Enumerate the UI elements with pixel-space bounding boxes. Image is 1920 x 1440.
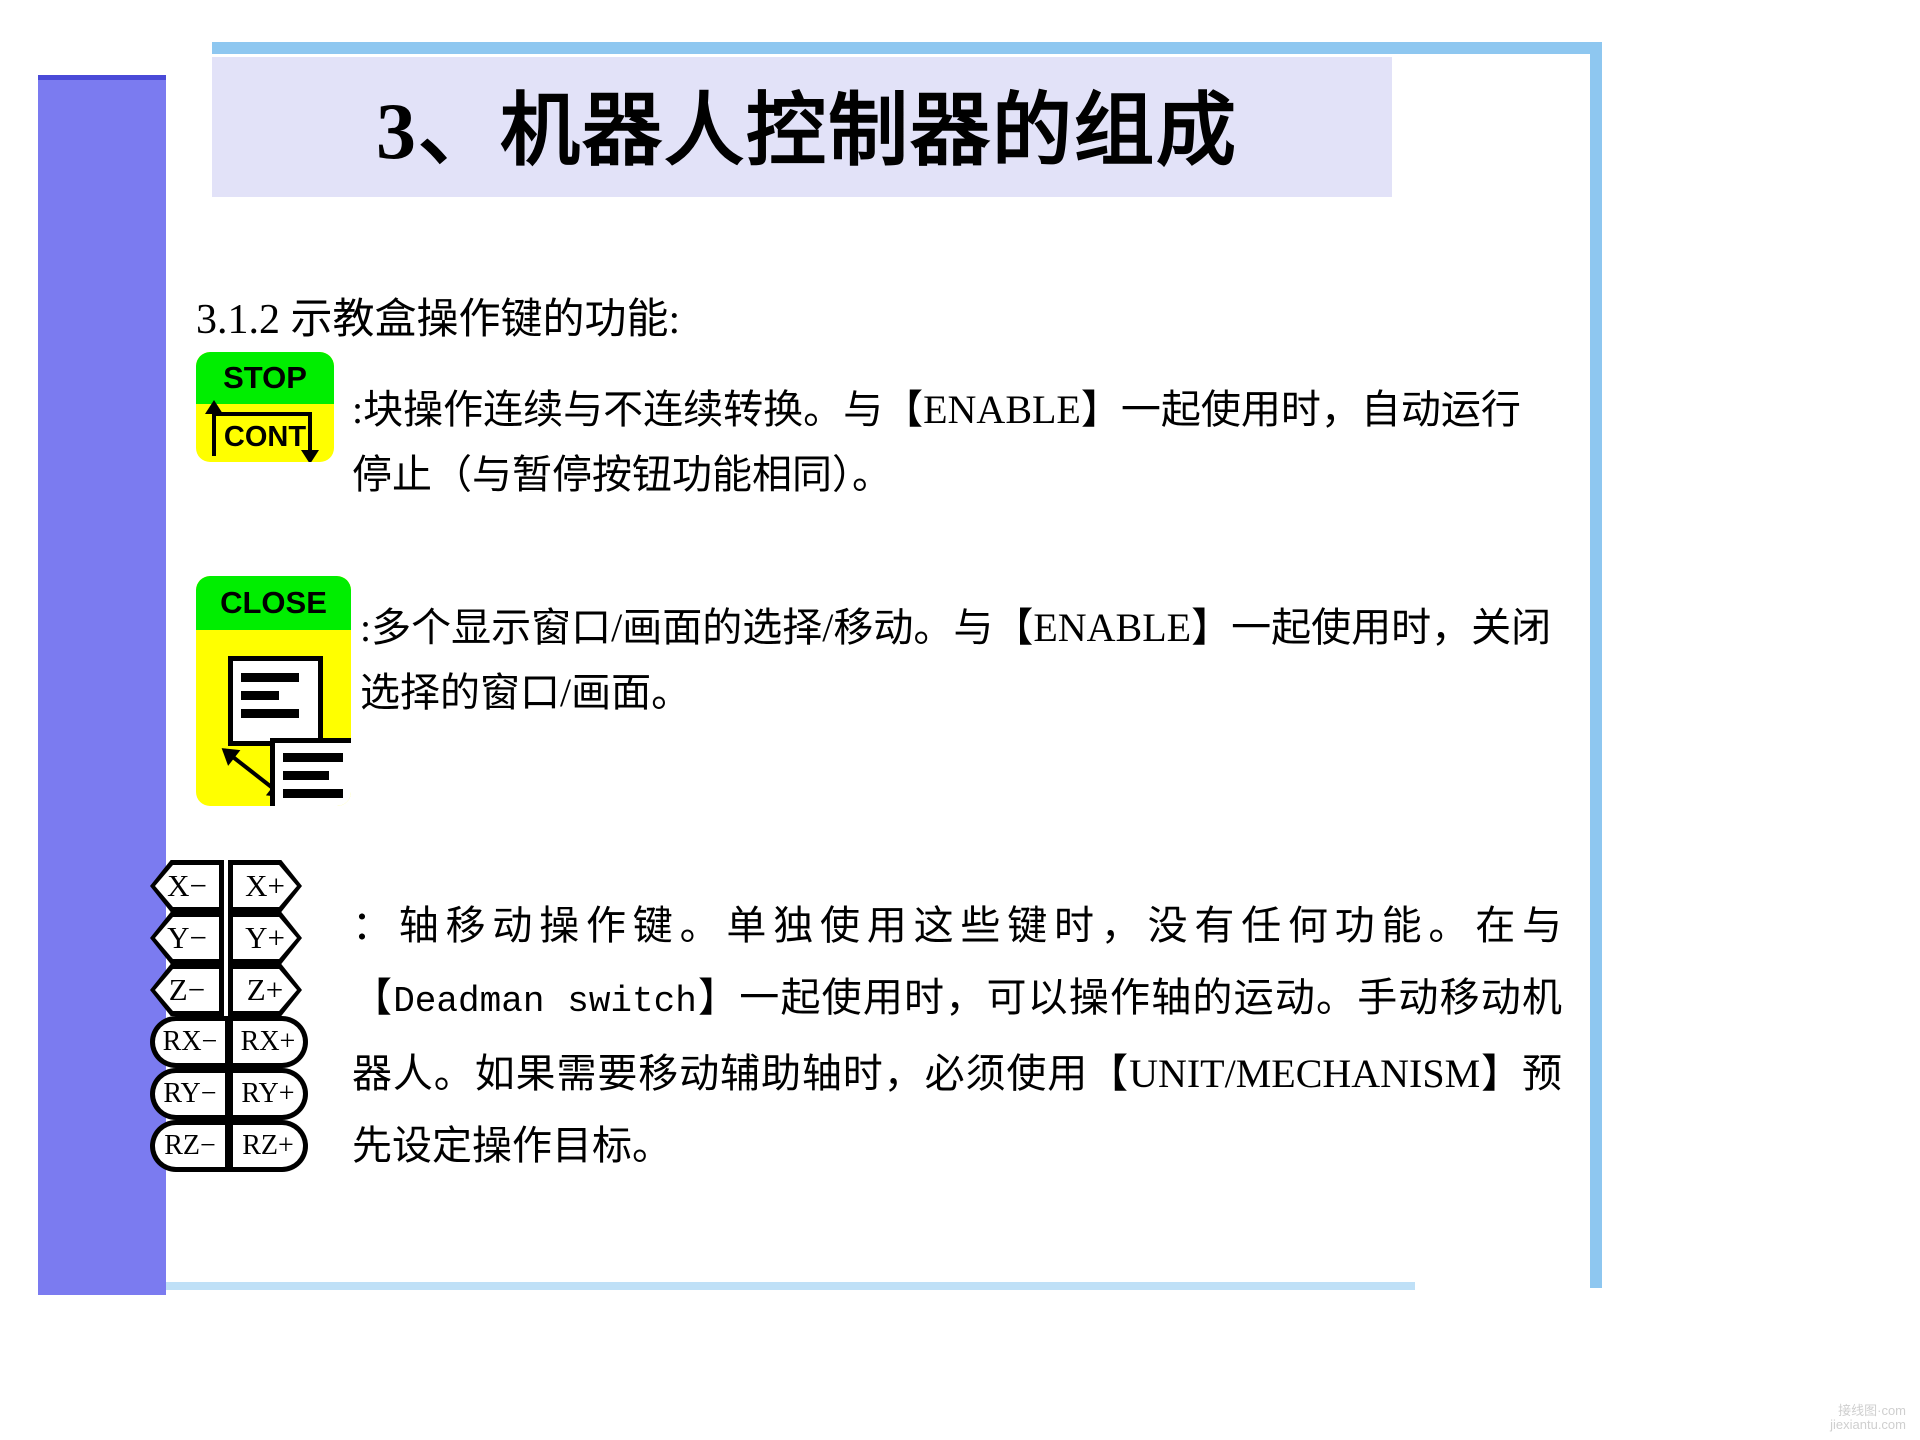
key-rz-minus[interactable]: RZ− (150, 1120, 230, 1172)
key-x-plus[interactable]: X+ (228, 860, 302, 912)
key-z-plus[interactable]: Z+ (228, 964, 302, 1016)
key-stop-label: STOP (223, 360, 307, 395)
axis-row-x: X− X+ (150, 860, 330, 912)
key-z-minus[interactable]: Z− (150, 964, 224, 1016)
watermark: 接线图·com jiexiantu.com (1830, 1404, 1906, 1432)
key-stop-top: STOP (196, 352, 334, 404)
close-description: :多个显示窗口/画面的选择/移动。与【ENABLE】一起使用时，关闭选择的窗口/… (360, 605, 1552, 715)
key-ry-minus-label: RY− (163, 1078, 217, 1109)
axis-keys-description: ：轴移动操作键。单独使用这些键时，没有任何功能。在与【Deadman switc… (352, 890, 1562, 1182)
arrow-up-icon (205, 400, 223, 456)
arrow-down-icon (301, 412, 319, 462)
top-accent-bar (212, 42, 1602, 54)
section-subheading: 3.1.2 示教盒操作键的功能: (196, 297, 681, 343)
key-z-plus-label: Z+ (246, 972, 284, 1007)
axis-row-ry: RY− RY+ (150, 1068, 330, 1120)
axis-row-z: Z− Z+ (150, 964, 330, 1016)
stop-cont-description: :块操作连续与不连续转换。与【ENABLE】一起使用时，自动运行停止（与暂停按钮… (352, 387, 1521, 497)
arrow-right-icon (216, 412, 312, 416)
key-rz-plus[interactable]: RZ+ (228, 1120, 308, 1172)
watermark-line1: 接线图·com (1838, 1403, 1906, 1418)
key-y-plus[interactable]: Y+ (228, 912, 302, 964)
axis-row-rz: RZ− RZ+ (150, 1120, 330, 1172)
key-rx-minus[interactable]: RX− (150, 1016, 230, 1068)
bottom-accent-bar (95, 1282, 1415, 1290)
axis-row-rx: RX− RX+ (150, 1016, 330, 1068)
key-rz-minus-label: RZ− (164, 1130, 216, 1161)
key-ry-minus[interactable]: RY− (150, 1068, 230, 1120)
key-y-minus[interactable]: Y− (150, 912, 224, 964)
left-purple-bar (38, 75, 166, 1295)
key-close-top: CLOSE (196, 576, 351, 630)
right-accent-bar (1590, 42, 1602, 1288)
window-icon-back (270, 738, 351, 806)
key-ry-plus-label: RY+ (241, 1078, 295, 1109)
key-x-minus-label: X− (167, 868, 207, 903)
window-icon-front (228, 656, 323, 746)
key-stop-cont[interactable]: STOP CONT (196, 352, 334, 462)
axis-desc-mono: Deadman switch (393, 981, 697, 1022)
key-rx-plus[interactable]: RX+ (228, 1016, 308, 1068)
key-rx-minus-label: RX− (162, 1026, 218, 1057)
slide-canvas: 3、机器人控制器的组成 3.1.2 示教盒操作键的功能: STOP CONT :… (0, 0, 1920, 1440)
page-title: 3、机器人控制器的组成 (376, 88, 1238, 176)
key-rx-plus-label: RX+ (240, 1026, 296, 1057)
key-rz-plus-label: RZ+ (242, 1130, 294, 1161)
key-close[interactable]: CLOSE (196, 576, 351, 806)
key-x-minus[interactable]: X− (150, 860, 224, 912)
watermark-line2: jiexiantu.com (1830, 1417, 1906, 1432)
axis-row-y: Y− Y+ (150, 912, 330, 964)
key-z-minus-label: Z− (168, 972, 206, 1007)
key-ry-plus[interactable]: RY+ (228, 1068, 308, 1120)
key-cont-label: CONT (223, 420, 307, 453)
key-y-plus-label: Y+ (245, 920, 285, 955)
key-x-plus-label: X+ (245, 868, 285, 903)
key-y-minus-label: Y− (167, 920, 207, 955)
key-close-label: CLOSE (220, 585, 327, 620)
axis-key-group: X− X+ Y− Y+ Z− Z+ RX− RX+ RY− RY+ RZ− RZ… (150, 860, 330, 1172)
